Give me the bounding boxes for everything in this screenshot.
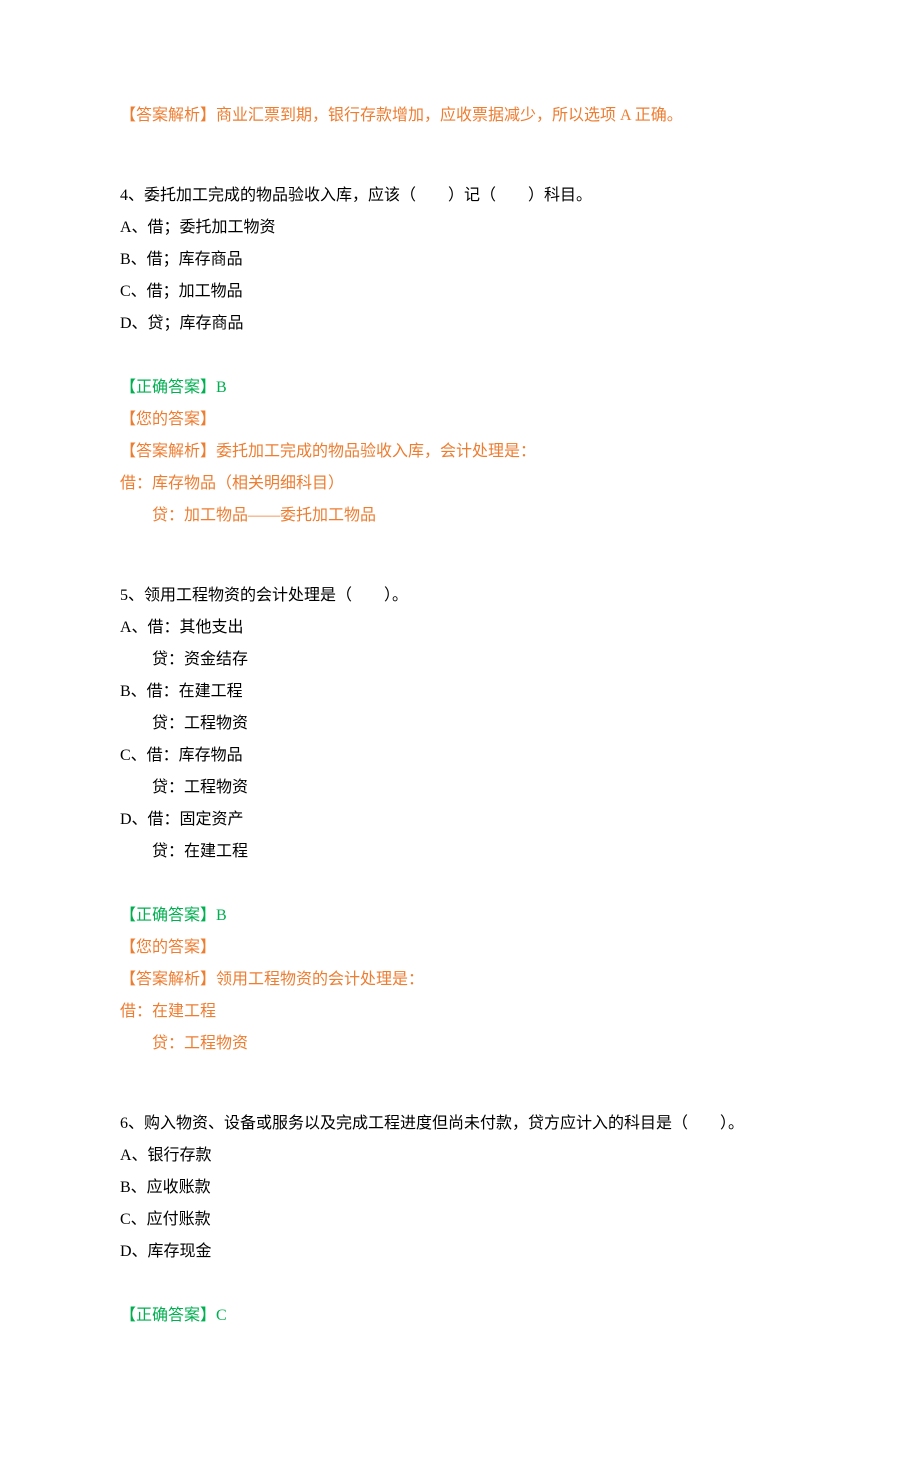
q4-option-c: C、借；加工物品 bbox=[120, 276, 800, 308]
q5-expl-line1: 借：在建工程 bbox=[120, 996, 800, 1028]
q5-option-b-line1: B、借：在建工程 bbox=[120, 676, 800, 708]
q4-expl-header: 【答案解析】委托加工完成的物品验收入库，会计处理是： bbox=[120, 436, 800, 468]
q4-expl-label: 【答案解析】 bbox=[120, 443, 216, 460]
q6-block: 6、购入物资、设备或服务以及完成工程进度但尚未付款，贷方应计入的科目是（ ）。 … bbox=[120, 1108, 800, 1332]
q4-correct-value: B bbox=[216, 379, 227, 396]
q3-expl-text: 商业汇票到期，银行存款增加，应收票据减少，所以选项 A 正确。 bbox=[216, 107, 683, 124]
q5-option-c-line1: C、借：库存物品 bbox=[120, 740, 800, 772]
q6-option-a: A、银行存款 bbox=[120, 1140, 800, 1172]
q4-expl-line1: 借：库存物品（相关明细科目） bbox=[120, 468, 800, 500]
q5-stem: 5、领用工程物资的会计处理是（ ）。 bbox=[120, 580, 800, 612]
q4-option-d: D、贷；库存商品 bbox=[120, 308, 800, 340]
document-page: 【答案解析】商业汇票到期，银行存款增加，应收票据减少，所以选项 A 正确。 4、… bbox=[0, 0, 920, 1460]
q4-block: 4、委托加工完成的物品验收入库，应该（ ）记（ ）科目。 A、借；委托加工物资 … bbox=[120, 180, 800, 532]
spacer bbox=[120, 1268, 800, 1300]
q6-correct-label: 【正确答案】 bbox=[120, 1307, 216, 1324]
q4-option-a: A、借；委托加工物资 bbox=[120, 212, 800, 244]
q6-option-c: C、应付账款 bbox=[120, 1204, 800, 1236]
q4-expl-line2: 贷：加工物品——委托加工物品 bbox=[120, 500, 800, 532]
q3-explanation-line: 【答案解析】商业汇票到期，银行存款增加，应收票据减少，所以选项 A 正确。 bbox=[120, 100, 800, 132]
q5-expl-text: 领用工程物资的会计处理是： bbox=[216, 971, 424, 988]
q5-correct-value: B bbox=[216, 907, 227, 924]
q5-correct-line: 【正确答案】B bbox=[120, 900, 800, 932]
q5-option-c-line2: 贷：工程物资 bbox=[120, 772, 800, 804]
spacer bbox=[120, 340, 800, 372]
q6-correct-value: C bbox=[216, 1307, 227, 1324]
q3-explanation-block: 【答案解析】商业汇票到期，银行存款增加，应收票据减少，所以选项 A 正确。 bbox=[120, 100, 800, 132]
q4-expl-text: 委托加工完成的物品验收入库，会计处理是： bbox=[216, 443, 536, 460]
q5-expl-header: 【答案解析】领用工程物资的会计处理是： bbox=[120, 964, 800, 996]
spacer bbox=[120, 868, 800, 900]
q4-stem: 4、委托加工完成的物品验收入库，应该（ ）记（ ）科目。 bbox=[120, 180, 800, 212]
q3-expl-label: 【答案解析】 bbox=[120, 107, 216, 124]
q5-expl-label: 【答案解析】 bbox=[120, 971, 216, 988]
q5-expl-line2: 贷：工程物资 bbox=[120, 1028, 800, 1060]
q4-correct-label: 【正确答案】 bbox=[120, 379, 216, 396]
q6-stem: 6、购入物资、设备或服务以及完成工程进度但尚未付款，贷方应计入的科目是（ ）。 bbox=[120, 1108, 800, 1140]
q5-option-d-line1: D、借：固定资产 bbox=[120, 804, 800, 836]
q5-correct-label: 【正确答案】 bbox=[120, 907, 216, 924]
q5-option-b-line2: 贷：工程物资 bbox=[120, 708, 800, 740]
q5-your-answer: 【您的答案】 bbox=[120, 932, 800, 964]
q5-block: 5、领用工程物资的会计处理是（ ）。 A、借：其他支出 贷：资金结存 B、借：在… bbox=[120, 580, 800, 1060]
q5-option-a-line2: 贷：资金结存 bbox=[120, 644, 800, 676]
q6-option-d: D、库存现金 bbox=[120, 1236, 800, 1268]
q5-option-a-line1: A、借：其他支出 bbox=[120, 612, 800, 644]
q4-correct-line: 【正确答案】B bbox=[120, 372, 800, 404]
q6-correct-line: 【正确答案】C bbox=[120, 1300, 800, 1332]
q6-option-b: B、应收账款 bbox=[120, 1172, 800, 1204]
q4-your-answer: 【您的答案】 bbox=[120, 404, 800, 436]
q5-option-d-line2: 贷：在建工程 bbox=[120, 836, 800, 868]
q4-option-b: B、借；库存商品 bbox=[120, 244, 800, 276]
